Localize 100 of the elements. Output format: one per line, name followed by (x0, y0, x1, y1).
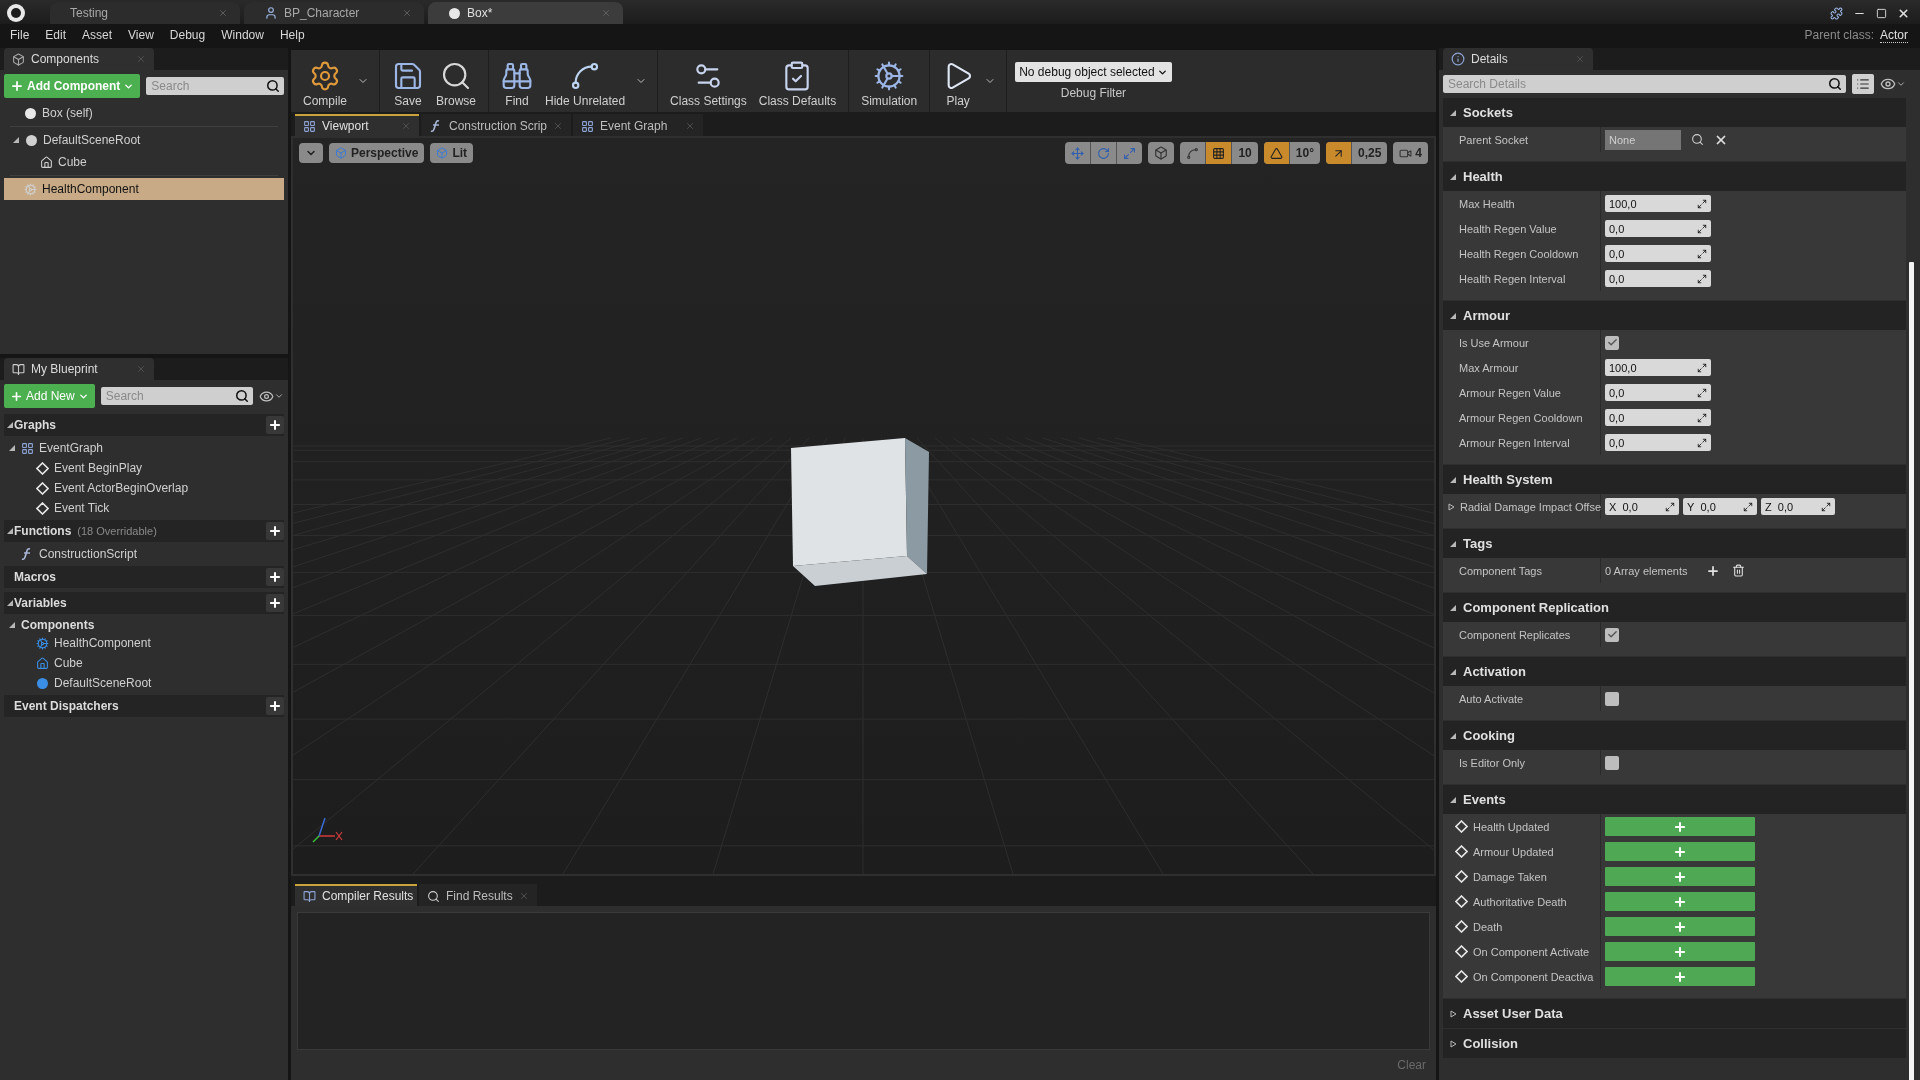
panel-tab[interactable]: Compiler Results (295, 884, 417, 906)
vector-field[interactable]: X 0,0 (1605, 498, 1679, 515)
section-header[interactable]: Graphs (4, 414, 284, 436)
expand-arrow-icon[interactable] (1449, 311, 1457, 320)
socket-field[interactable]: None (1605, 129, 1681, 150)
add-button[interactable] (266, 522, 284, 540)
menu-item[interactable]: View (122, 28, 164, 42)
expand-arrow-icon[interactable] (1449, 795, 1457, 804)
snap-toggle-button[interactable] (1205, 142, 1232, 164)
camera-speed-button[interactable]: 4 (1393, 142, 1428, 164)
expand-arrow-icon[interactable] (1447, 502, 1455, 511)
add-button[interactable] (266, 416, 284, 434)
lighting-button[interactable]: Lit (430, 143, 474, 163)
number-field[interactable]: 0,0 (1605, 384, 1711, 401)
menu-item[interactable]: Help (273, 28, 315, 42)
search-icon[interactable] (1828, 77, 1842, 91)
section-header[interactable]: Functions (18 Overridable) (4, 520, 284, 542)
expand-arrow-icon[interactable] (1449, 667, 1457, 676)
list-view-button[interactable] (1852, 74, 1874, 94)
tree-item[interactable]: HealthComponent (4, 178, 284, 200)
tree-item[interactable]: Box (self) (4, 102, 284, 124)
menu-item[interactable]: Window (215, 28, 274, 42)
expand-arrow-icon[interactable] (1449, 475, 1457, 484)
add-icon[interactable] (1705, 563, 1720, 578)
expand-arrow-icon[interactable] (6, 527, 14, 535)
category-header[interactable]: Asset User Data (1443, 999, 1906, 1028)
panel-tab[interactable]: Details (1443, 48, 1593, 70)
tree-item[interactable]: HealthComponent (4, 633, 284, 653)
debug-object-dropdown[interactable]: No debug object selected (1015, 62, 1172, 82)
panel-tab[interactable]: My Blueprint (4, 358, 154, 380)
parent-class-link[interactable]: Actor (1880, 27, 1908, 43)
number-field[interactable]: 0,0 (1605, 434, 1711, 451)
search-icon[interactable] (1691, 133, 1704, 146)
search-icon[interactable] (235, 389, 249, 403)
expand-arrow-icon[interactable] (8, 444, 16, 452)
toolbar-button[interactable]: Class Settings (664, 50, 753, 112)
section-header[interactable]: Variables (4, 592, 284, 614)
eye-dropdown[interactable] (259, 388, 284, 404)
tree-item[interactable]: ConstructionScript (4, 544, 284, 564)
editor-tab[interactable]: Construction Scrip (421, 114, 571, 136)
checkbox[interactable] (1605, 691, 1619, 706)
expand-arrow-icon[interactable] (8, 620, 16, 629)
vector-field[interactable]: Z 0,0 (1761, 498, 1835, 515)
scrollbar-thumb[interactable] (1909, 262, 1914, 1080)
category-header[interactable]: Component Replication (1443, 593, 1906, 622)
toolbar-button[interactable]: Play (936, 50, 981, 112)
editor-tab[interactable]: Event Graph (573, 114, 703, 136)
checkbox[interactable] (1605, 755, 1619, 770)
expand-arrow-icon[interactable] (1449, 172, 1457, 181)
number-field[interactable]: 0,0 (1605, 220, 1711, 237)
expand-arrow-icon[interactable] (1449, 1009, 1457, 1018)
number-field[interactable]: 100,0 (1605, 195, 1711, 212)
trash-icon[interactable] (1731, 564, 1745, 577)
document-tab[interactable]: BP_Character (244, 2, 424, 24)
toolbar-button[interactable]: Find (495, 50, 540, 112)
expand-arrow-icon[interactable] (1449, 108, 1457, 117)
search-field[interactable]: Search (146, 77, 284, 95)
tree-item[interactable]: DefaultSceneRoot (4, 129, 284, 151)
panel-tab[interactable]: Components (4, 48, 154, 70)
tree-item[interactable]: Event Tick (4, 498, 284, 518)
expand-arrow-icon[interactable] (1449, 731, 1457, 740)
category-header[interactable]: Sockets (1443, 98, 1906, 127)
number-field[interactable]: 0,0 (1605, 270, 1711, 287)
tree-item[interactable]: Cube (4, 151, 284, 173)
expand-arrow-icon[interactable] (12, 136, 20, 144)
tree-item[interactable]: Event BeginPlay (4, 458, 284, 478)
tree-item[interactable]: Event ActorBeginOverlap (4, 478, 284, 498)
toolbar-button[interactable]: Class Defaults (752, 50, 843, 112)
toolbar-button[interactable]: Hide Unrelated (539, 50, 632, 112)
checkbox[interactable] (1605, 627, 1619, 642)
add-button[interactable] (266, 697, 284, 715)
menu-item[interactable]: Edit (39, 28, 77, 42)
vector-field[interactable]: Y 0,0 (1683, 498, 1757, 515)
checkbox[interactable] (1605, 335, 1619, 350)
category-header[interactable]: Armour (1443, 301, 1906, 330)
tree-item[interactable]: EventGraph (4, 438, 284, 458)
category-header[interactable]: Events (1443, 785, 1906, 814)
search-icon[interactable] (266, 79, 280, 93)
puzzle-icon[interactable] (1830, 7, 1843, 20)
menu-item[interactable]: File (4, 28, 40, 42)
tree-item[interactable]: Cube (4, 653, 284, 673)
expand-arrow-icon[interactable] (6, 421, 14, 429)
snap-toggle-button[interactable] (1263, 142, 1289, 164)
snap-toggle-button[interactable] (1325, 142, 1351, 164)
category-header[interactable]: Collision (1443, 1029, 1906, 1058)
view-mode-button[interactable]: Perspective (329, 143, 425, 163)
toolbar-button[interactable]: Compile (297, 50, 353, 112)
expand-arrow-icon[interactable] (6, 599, 14, 607)
category-header[interactable]: Cooking (1443, 721, 1906, 750)
expand-arrow-icon[interactable] (1449, 603, 1457, 612)
category-header[interactable]: Activation (1443, 657, 1906, 686)
category-header[interactable]: Health (1443, 162, 1906, 191)
section-header[interactable]: Macros (4, 566, 284, 588)
add-button[interactable] (266, 568, 284, 586)
search-field[interactable]: Search Details (1443, 75, 1846, 93)
number-field[interactable]: 0,0 (1605, 409, 1711, 426)
toolbar-button[interactable]: Simulation (855, 50, 924, 112)
expand-arrow-icon[interactable] (1449, 1039, 1457, 1048)
panel-tab[interactable]: Find Results (419, 884, 537, 906)
close-icon[interactable] (1897, 7, 1910, 20)
